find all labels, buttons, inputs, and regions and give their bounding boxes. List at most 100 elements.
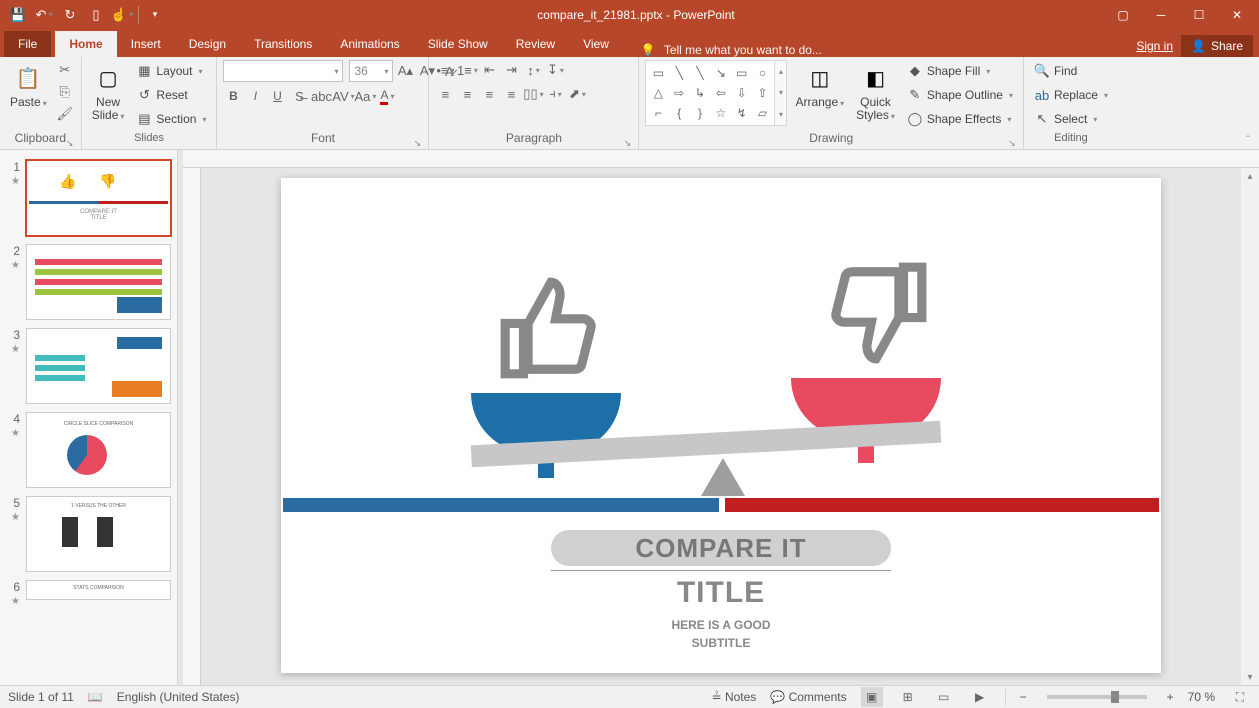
change-case-icon[interactable]: Aa▾: [355, 86, 375, 106]
thumbnail-1[interactable]: 1★ 👍 👎 COMPARE ITTITLE: [0, 156, 177, 240]
comments-button[interactable]: 💬 Comments: [770, 690, 846, 704]
share-button[interactable]: 👤 Share: [1181, 35, 1253, 57]
zoom-level[interactable]: 70 %: [1188, 690, 1215, 704]
thumbnail-4[interactable]: 4★ CIRCLE SLICE COMPARISON: [0, 408, 177, 492]
slide-thumbnail-panel[interactable]: 1★ 👍 👎 COMPARE ITTITLE 2★ 3★: [0, 150, 178, 685]
shape-fill-button[interactable]: ◆Shape Fill▾: [903, 60, 1017, 82]
scroll-down-icon[interactable]: ▾: [1241, 669, 1259, 685]
increase-indent-icon[interactable]: ⇥: [501, 60, 521, 80]
close-icon[interactable]: ✕: [1219, 1, 1255, 29]
find-button[interactable]: 🔍Find: [1030, 60, 1112, 82]
strikethrough-icon[interactable]: S̶: [289, 86, 309, 106]
arrange-button[interactable]: ◫ Arrange▾: [791, 60, 848, 112]
spell-check-icon[interactable]: 📖: [88, 690, 103, 704]
font-color-icon[interactable]: A▾: [377, 86, 397, 106]
bullets-icon[interactable]: •≡▾: [435, 60, 455, 80]
shape-effects-button[interactable]: ◯Shape Effects▾: [903, 108, 1017, 130]
align-center-icon[interactable]: ≡: [457, 84, 477, 104]
replace-button[interactable]: abReplace▾: [1030, 84, 1112, 106]
thumbnail-2[interactable]: 2★: [0, 240, 177, 324]
cut-icon[interactable]: ✂: [55, 60, 75, 80]
line-spacing-icon[interactable]: ↕▾: [523, 60, 543, 80]
language-indicator[interactable]: English (United States): [117, 690, 240, 704]
gallery-more-icon[interactable]: ▾: [775, 104, 786, 125]
clipboard-launcher-icon[interactable]: ↘: [65, 136, 75, 146]
undo-icon[interactable]: ↶▾: [32, 3, 56, 27]
tab-transitions[interactable]: Transitions: [240, 31, 326, 57]
italic-icon[interactable]: I: [245, 86, 265, 106]
increase-font-icon[interactable]: A▴: [395, 61, 415, 81]
thumbnail-5[interactable]: 5★ 1 VERSUS THE OTHER: [0, 492, 177, 576]
fit-to-window-icon[interactable]: ⛶: [1229, 687, 1251, 707]
slide-title[interactable]: TITLE: [281, 576, 1161, 610]
collapse-ribbon-icon[interactable]: ˆ: [1241, 133, 1255, 147]
align-text-icon[interactable]: ⫞▾: [545, 84, 565, 104]
maximize-icon[interactable]: ☐: [1181, 1, 1217, 29]
select-button[interactable]: ↖Select▾: [1030, 108, 1112, 130]
tab-slideshow[interactable]: Slide Show: [414, 31, 502, 57]
slide-subtitle[interactable]: HERE IS A GOODSUBTITLE: [281, 616, 1161, 652]
shapes-gallery[interactable]: ▭╲╲↘▭○ △⇨↳⇦⇩⇧ ⌐{}☆↯▱: [645, 60, 775, 126]
minimize-icon[interactable]: ─: [1143, 1, 1179, 29]
font-family-combo[interactable]: ▾: [223, 60, 343, 82]
qat-customize-icon[interactable]: ▾: [143, 3, 167, 27]
zoom-out-icon[interactable]: −: [1020, 690, 1027, 704]
underline-icon[interactable]: U: [267, 86, 287, 106]
tab-home[interactable]: Home: [55, 31, 116, 57]
layout-button[interactable]: ▦Layout▾: [132, 60, 210, 82]
vertical-scrollbar[interactable]: ▴ ▾: [1241, 168, 1259, 685]
gallery-down-icon[interactable]: ▾: [775, 82, 786, 103]
tab-insert[interactable]: Insert: [117, 31, 175, 57]
thumbnail-3[interactable]: 3★: [0, 324, 177, 408]
char-spacing-icon[interactable]: AV▾: [333, 86, 353, 106]
new-slide-button[interactable]: ▢ New Slide▾: [88, 60, 129, 125]
notes-button[interactable]: ≟ Notes: [712, 690, 757, 704]
paragraph-launcher-icon[interactable]: ↘: [622, 136, 632, 146]
gallery-up-icon[interactable]: ▴: [775, 61, 786, 82]
ribbon-display-options-icon[interactable]: ▢: [1105, 1, 1141, 29]
columns-icon[interactable]: ▯▯▾: [523, 84, 543, 104]
section-button[interactable]: ▤Section▾: [132, 108, 210, 130]
align-left-icon[interactable]: ≡: [435, 84, 455, 104]
drawing-launcher-icon[interactable]: ↘: [1007, 136, 1017, 146]
zoom-in-icon[interactable]: +: [1167, 690, 1174, 704]
thumbnail-6[interactable]: 6★ STATS COMPARISON: [0, 576, 177, 611]
text-shadow-icon[interactable]: abc: [311, 86, 331, 106]
font-size-combo[interactable]: 36▾: [349, 60, 393, 82]
paste-button[interactable]: 📋 Paste▾: [6, 60, 51, 112]
smartart-icon[interactable]: ⬈▾: [567, 84, 587, 104]
justify-icon[interactable]: ≡: [501, 84, 521, 104]
tab-view[interactable]: View: [569, 31, 623, 57]
numbering-icon[interactable]: 1≡▾: [457, 60, 477, 80]
scroll-up-icon[interactable]: ▴: [1241, 168, 1259, 184]
scroll-track[interactable]: [1241, 184, 1259, 669]
tab-file[interactable]: File: [4, 31, 51, 57]
redo-icon[interactable]: ↻: [58, 3, 82, 27]
bold-icon[interactable]: B: [223, 86, 243, 106]
tab-review[interactable]: Review: [502, 31, 569, 57]
tab-design[interactable]: Design: [175, 31, 240, 57]
format-painter-icon[interactable]: 🖌: [55, 104, 75, 124]
reset-button[interactable]: ↺Reset: [132, 84, 210, 106]
start-from-beginning-icon[interactable]: ▯: [84, 3, 108, 27]
reading-view-icon[interactable]: ▭: [933, 687, 955, 707]
zoom-slider[interactable]: [1047, 695, 1147, 699]
slide-sorter-view-icon[interactable]: ⊞: [897, 687, 919, 707]
normal-view-icon[interactable]: ▣: [861, 687, 883, 707]
font-launcher-icon[interactable]: ↘: [412, 136, 422, 146]
tell-me-search[interactable]: 💡 Tell me what you want to do...: [641, 43, 822, 57]
copy-icon[interactable]: ⎘: [55, 82, 75, 102]
slide-canvas[interactable]: COMPARE IT TITLE HERE IS A GOODSUBTITLE: [201, 168, 1241, 685]
slideshow-view-icon[interactable]: ▶: [969, 687, 991, 707]
quick-styles-button[interactable]: ◧ Quick Styles▾: [852, 60, 899, 125]
slide-indicator[interactable]: Slide 1 of 11: [8, 690, 74, 704]
save-icon[interactable]: 💾: [6, 3, 30, 27]
zoom-thumb[interactable]: [1111, 691, 1119, 703]
decrease-indent-icon[interactable]: ⇤: [479, 60, 499, 80]
slide[interactable]: COMPARE IT TITLE HERE IS A GOODSUBTITLE: [281, 178, 1161, 673]
tab-animations[interactable]: Animations: [326, 31, 413, 57]
touch-mode-icon[interactable]: ☝▾: [110, 3, 134, 27]
text-direction-icon[interactable]: ↧▾: [545, 60, 565, 80]
shape-outline-button[interactable]: ✎Shape Outline▾: [903, 84, 1017, 106]
align-right-icon[interactable]: ≡: [479, 84, 499, 104]
